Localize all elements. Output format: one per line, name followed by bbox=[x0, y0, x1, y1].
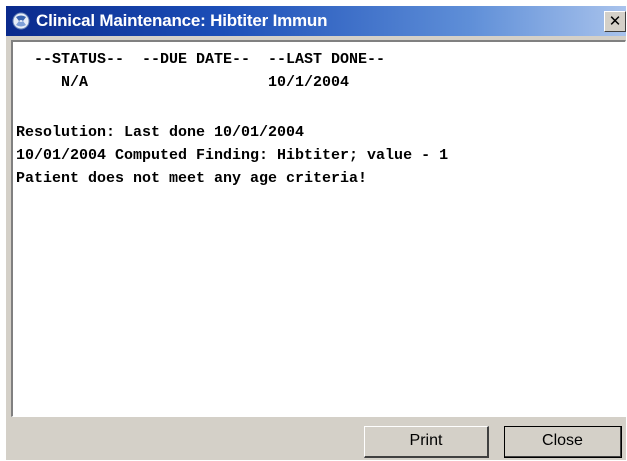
report-text-area[interactable]: --STATUS-- --DUE DATE-- --LAST DONE-- N/… bbox=[11, 40, 626, 417]
age-criteria-line: Patient does not meet any age criteria! bbox=[16, 170, 368, 187]
report-header-line: --STATUS-- --DUE DATE-- --LAST DONE-- bbox=[16, 51, 386, 68]
title-bar[interactable]: Clinical Maintenance: Hibtiter Immun ✕ bbox=[6, 6, 626, 36]
app-icon bbox=[12, 12, 30, 30]
close-icon[interactable]: ✕ bbox=[604, 11, 626, 32]
resolution-line: Resolution: Last done 10/01/2004 bbox=[16, 124, 305, 141]
window-title: Clinical Maintenance: Hibtiter Immun bbox=[36, 11, 328, 30]
print-button[interactable]: Print bbox=[364, 426, 489, 458]
clinical-maintenance-dialog: Clinical Maintenance: Hibtiter Immun ✕ -… bbox=[6, 6, 626, 460]
report-values-line: N/A 10/1/2004 bbox=[16, 74, 350, 91]
close-button[interactable]: Close bbox=[504, 426, 622, 458]
computed-finding-line: 10/01/2004 Computed Finding: Hibtiter; v… bbox=[16, 147, 449, 164]
